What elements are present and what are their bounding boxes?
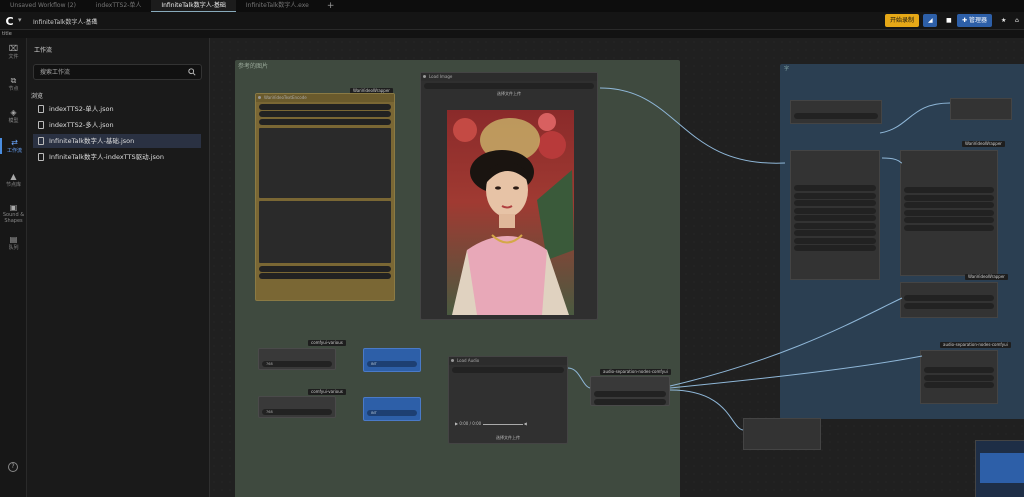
wire [669,389,744,431]
template-icon: ▲ [10,172,17,181]
file-icon [38,153,44,161]
file-item[interactable]: indexTTS2-多人.json [33,118,201,132]
node-canvas[interactable]: 参考的图片 字 WanVideoWrapper WanVideoTextEnco… [210,38,1024,497]
file-name: indexTTS2-单人.json [49,105,114,113]
rail-nodes[interactable]: ⧉ 节点 [0,76,27,92]
left-rail: ⌧ 文件 ⧉ 节点 ◈ 模型 ⇄ 工作流 ▲ 节点库 ▣ Sound & Shapes ▤ 队… [0,38,27,497]
model-icon: ◈ [10,108,17,117]
wire [669,355,923,389]
file-icon [38,105,44,113]
wire [599,87,786,164]
file-icon [38,137,44,145]
tab-unsaved[interactable]: Unsaved Workflow (2) [0,0,86,12]
workflow-menu-chevron-icon[interactable]: ▾ [93,16,97,24]
rail-queue[interactable]: ▤ 队列 [0,235,27,251]
rail-library[interactable]: ▲ 节点库 [0,172,27,188]
workflow-icon: ⇄ [11,138,18,147]
file-icon [38,121,44,129]
title-bar: C ▾ InfiniteTalk数字人-基础 ▾ 开始录制 ◢ ■ ✚ 管理器 … [0,12,1024,30]
wire [567,367,591,389]
file-item[interactable]: InfiniteTalk数字人-indexTTS驱动.json [33,150,201,164]
lock-icon[interactable]: ⌂ [1010,14,1020,27]
tab-bar: Unsaved Workflow (2) indexTTS2-单人 Infini… [0,0,1024,12]
browse-section-title: 浏览 [31,93,44,100]
comfy-logo[interactable]: C [3,15,16,28]
manager-label: 管理器 [968,17,987,24]
chevron-down-icon[interactable]: ▾ [18,16,22,24]
tab-indextts2[interactable]: indexTTS2-单人 [86,0,151,12]
bookmark-icon[interactable]: ■ [941,14,953,27]
wire [669,297,903,387]
file-item[interactable]: indexTTS2-单人.json [33,102,201,116]
image-icon: ▣ [9,203,18,212]
tab-infinitetalk-basic[interactable]: InfiniteTalk数字人-基础 [151,0,236,12]
add-tab-button[interactable]: + [319,1,343,11]
rail-sound-shapes[interactable]: ▣ Sound & Shapes [0,203,27,224]
node-connections [567,87,951,431]
workflow-title[interactable]: InfiniteTalk数字人-基础 [33,17,98,26]
record-button[interactable]: 开始录制 [885,14,920,27]
chart-icon[interactable]: ◢ [923,14,938,27]
sub-bar: title [0,30,1024,38]
node-icon: ⧉ [10,76,17,85]
folder-icon: ⌧ [8,44,19,53]
help-icon[interactable]: ? [8,462,18,472]
rail-files[interactable]: ⌧ 文件 [0,44,27,60]
tab-infinitetalk-exe[interactable]: InfiniteTalk数字人.exe [236,0,319,12]
rail-workflows[interactable]: ⇄ 工作流 [0,138,27,154]
search-icon[interactable] [188,68,196,76]
search-input[interactable] [40,68,180,77]
file-name: InfiniteTalk数字人-基础.json [49,137,135,145]
file-name: InfiniteTalk数字人-indexTTS驱动.json [49,153,164,161]
wire [879,102,951,134]
file-item-selected[interactable]: InfiniteTalk数字人-基础.json [33,134,201,148]
file-name: indexTTS2-多人.json [49,121,114,129]
rail-models[interactable]: ◈ 模型 [0,108,27,124]
sidebar-title: 工作流 [34,47,53,54]
wire [881,157,903,164]
queue-icon: ▤ [9,235,18,244]
manager-button[interactable]: ✚ 管理器 [957,14,992,27]
workflow-search[interactable] [33,64,202,80]
star-icon[interactable]: ★ [996,14,1006,27]
